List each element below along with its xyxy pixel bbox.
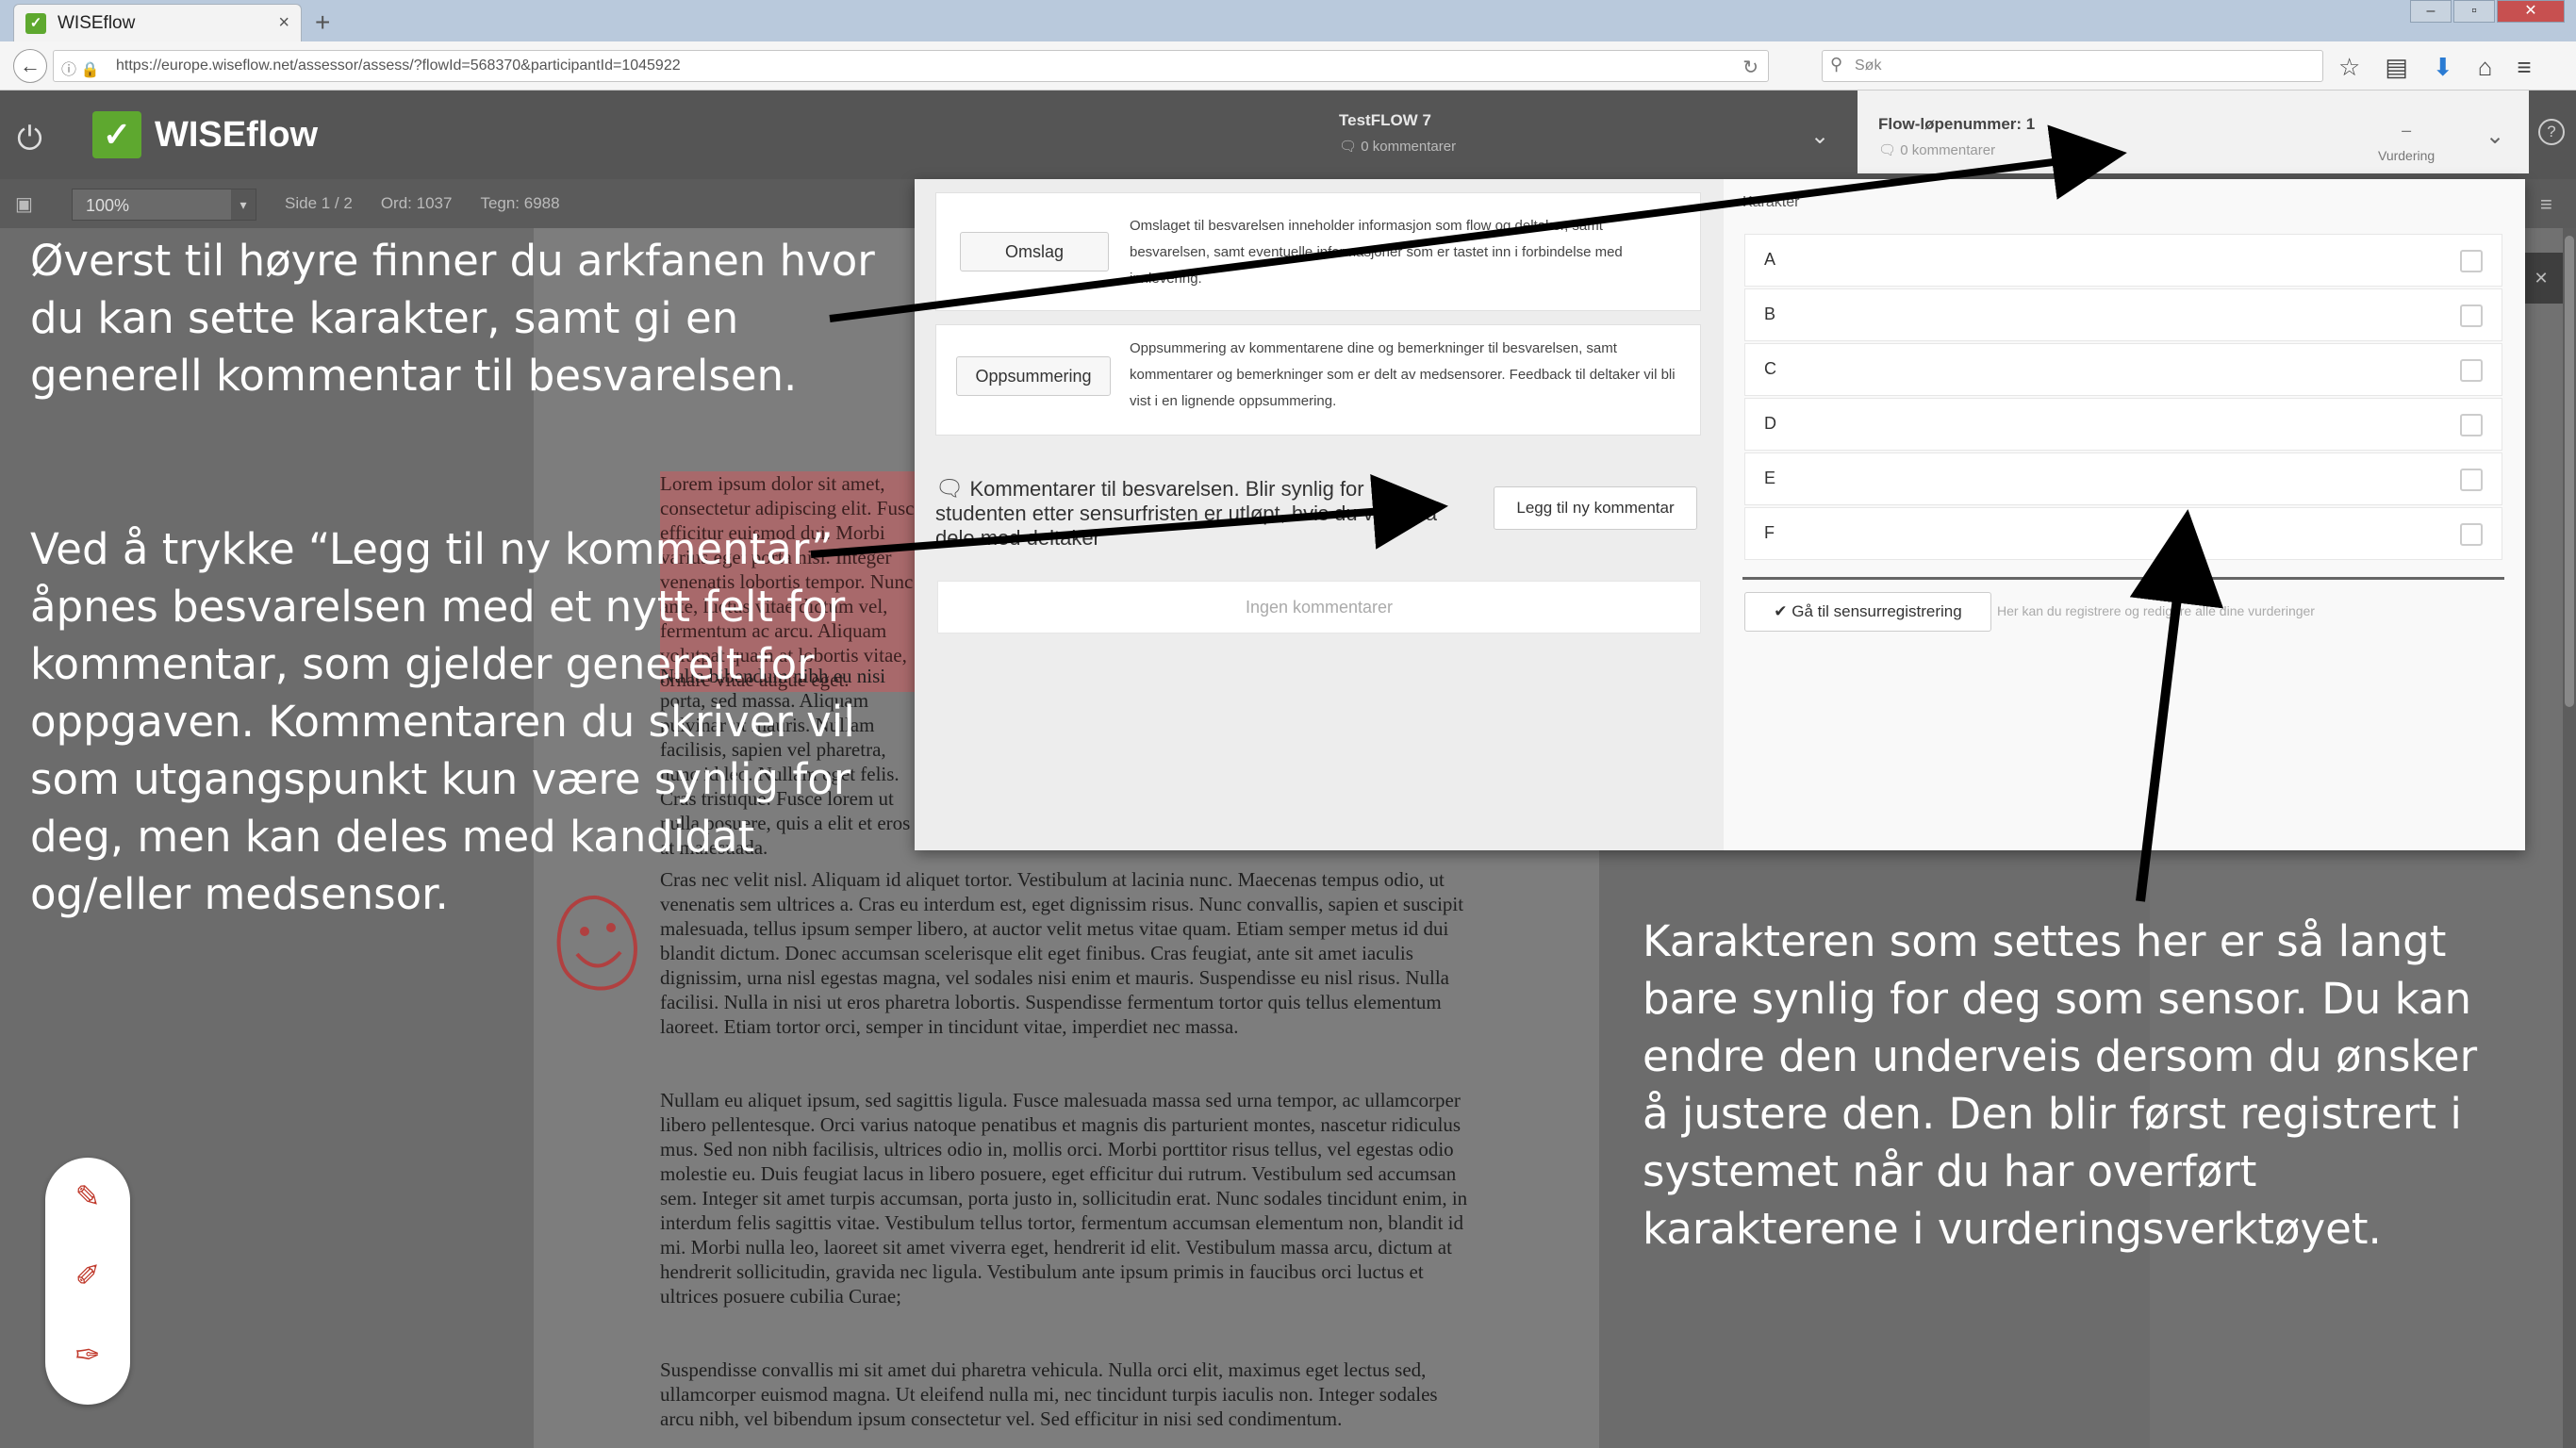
- arrow-to-grades: [2129, 509, 2224, 902]
- tutorial-arrows: [810, 124, 2224, 902]
- arrow-to-assessment-tab: [829, 124, 2127, 322]
- arrow-to-add-comment: [810, 473, 1448, 558]
